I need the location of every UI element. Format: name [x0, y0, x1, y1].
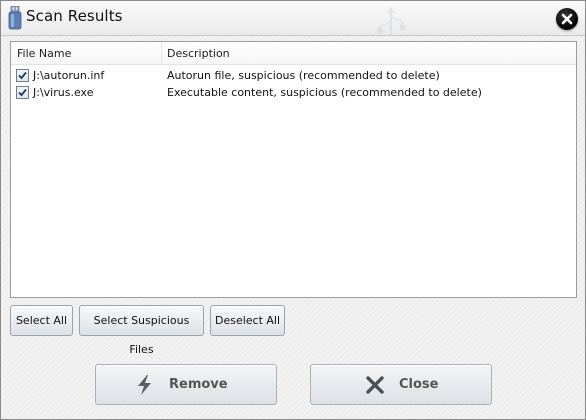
x-icon [364, 374, 386, 396]
deselect-all-button[interactable]: Deselect All [210, 305, 285, 336]
checkmark-icon [18, 88, 27, 97]
row-checkbox[interactable] [16, 69, 29, 82]
list-item[interactable]: J:\virus.exe Executable content, suspici… [11, 85, 576, 101]
description-cell: Autorun file, suspicious (recommended to… [167, 69, 440, 82]
usb-symbol-decoration-icon [373, 7, 409, 35]
file-name-cell: J:\virus.exe [33, 86, 94, 99]
column-header-file-name[interactable]: File Name [17, 47, 71, 60]
remove-button[interactable]: Remove [95, 364, 277, 405]
row-checkbox[interactable] [16, 86, 29, 99]
list-header: File Name Description [11, 42, 576, 65]
file-name-cell: J:\autorun.inf [33, 69, 105, 82]
close-button[interactable]: Close [310, 364, 492, 405]
lightning-bolt-icon [134, 374, 156, 396]
select-all-button[interactable]: Select All [10, 305, 73, 336]
remove-button-label: Remove [169, 377, 228, 392]
checkmark-icon [18, 71, 27, 80]
title-bar[interactable]: Scan Results [1, 1, 585, 36]
scan-results-list[interactable]: File Name Description J:\autorun.inf Aut… [10, 41, 577, 298]
close-window-icon[interactable] [556, 8, 578, 30]
window-title: Scan Results [26, 7, 123, 25]
column-header-description[interactable]: Description [167, 47, 230, 60]
select-suspicious-files-button[interactable]: Select Suspicious Files [79, 305, 204, 356]
list-item[interactable]: J:\autorun.inf Autorun file, suspicious … [11, 68, 576, 84]
scan-results-window: Scan Results File Name Description J:\au… [0, 0, 586, 420]
close-button-label: Close [399, 377, 439, 392]
usb-drive-icon [8, 5, 22, 30]
description-cell: Executable content, suspicious (recommen… [167, 86, 482, 99]
column-divider[interactable] [161, 42, 162, 64]
